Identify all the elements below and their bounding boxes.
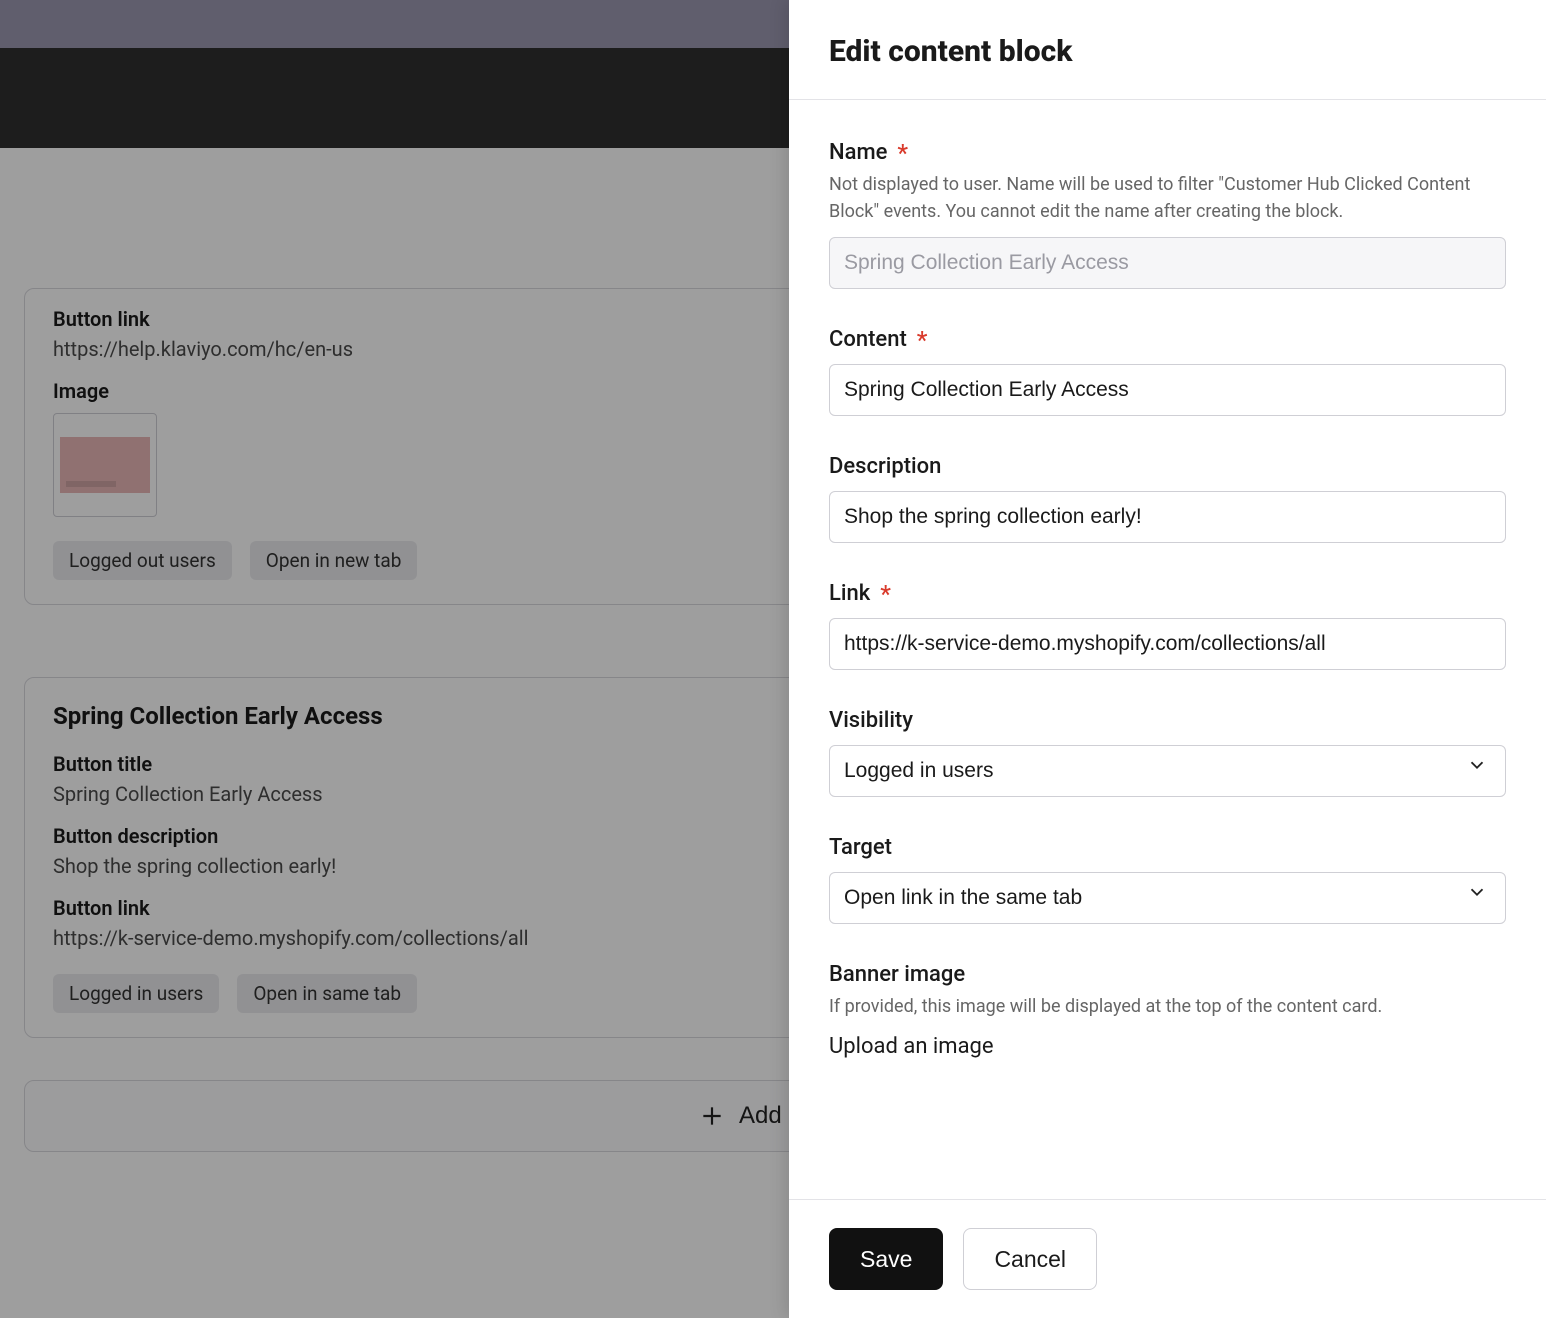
required-indicator-icon: * — [917, 328, 928, 352]
description-input[interactable] — [829, 491, 1506, 543]
name-help-text: Not displayed to user. Name will be used… — [829, 171, 1506, 225]
cancel-button[interactable]: Cancel — [963, 1228, 1097, 1290]
description-label: Description — [829, 454, 941, 479]
content-label: Content — [829, 327, 907, 352]
edit-content-block-drawer: Edit content block Name * Not displayed … — [789, 0, 1546, 1318]
form-group-target: Target — [829, 835, 1506, 924]
required-indicator-icon: * — [897, 141, 908, 165]
drawer-body: Name * Not displayed to user. Name will … — [789, 100, 1546, 1199]
drawer-header: Edit content block — [789, 0, 1546, 100]
target-select[interactable] — [829, 872, 1506, 924]
name-input — [829, 237, 1506, 289]
visibility-label: Visibility — [829, 708, 913, 733]
form-group-name: Name * Not displayed to user. Name will … — [829, 140, 1506, 289]
form-group-content: Content * — [829, 327, 1506, 416]
content-input[interactable] — [829, 364, 1506, 416]
form-group-link: Link * — [829, 581, 1506, 670]
target-label: Target — [829, 835, 892, 860]
drawer-footer: Save Cancel — [789, 1199, 1546, 1318]
visibility-select[interactable] — [829, 745, 1506, 797]
save-button[interactable]: Save — [829, 1228, 943, 1290]
drawer-title: Edit content block — [829, 34, 1506, 69]
form-group-visibility: Visibility — [829, 708, 1506, 797]
required-indicator-icon: * — [880, 582, 891, 606]
form-group-banner: Banner image If provided, this image wil… — [829, 962, 1506, 1059]
form-group-description: Description — [829, 454, 1506, 543]
upload-image-label: Upload an image — [829, 1034, 1506, 1059]
link-input[interactable] — [829, 618, 1506, 670]
link-label: Link — [829, 581, 870, 606]
banner-label: Banner image — [829, 962, 965, 987]
banner-help-text: If provided, this image will be displaye… — [829, 993, 1506, 1020]
name-label: Name — [829, 140, 887, 165]
